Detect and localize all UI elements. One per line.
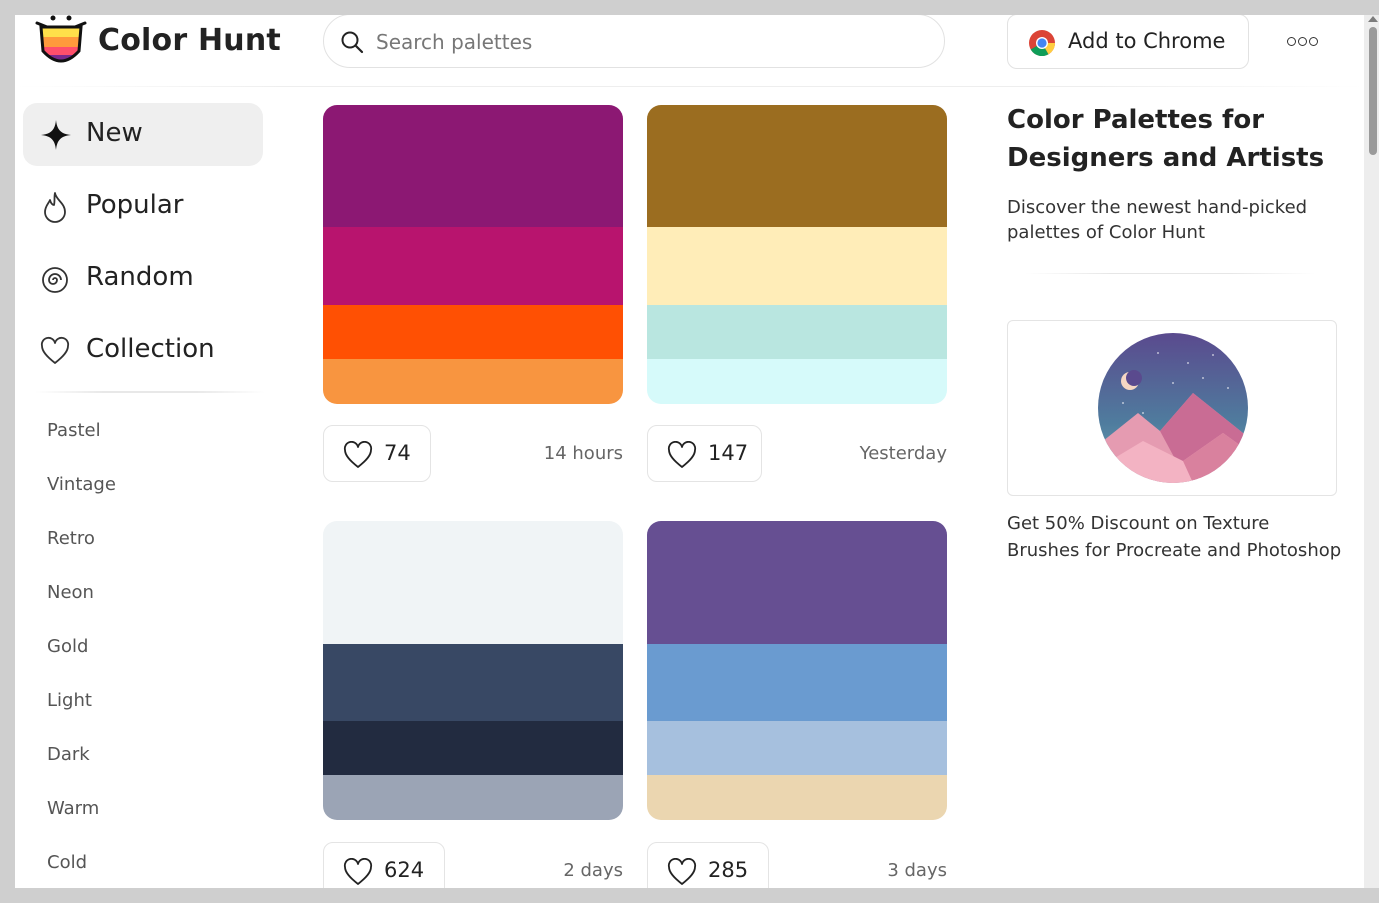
dot [1309,37,1318,46]
palette-swatch[interactable] [323,105,623,227]
tag-retro[interactable]: Retro [47,528,95,549]
ad-image [1098,333,1248,483]
palette-swatch[interactable] [323,775,623,820]
palette-card[interactable] [647,105,947,404]
search-input[interactable] [374,25,918,59]
palette-time: 2 days [563,860,623,881]
palette-swatch[interactable] [323,721,623,775]
color-hunt-logo[interactable] [35,15,87,67]
palette-swatch[interactable] [647,721,947,775]
like-button[interactable]: 624 [323,842,445,888]
sidebar-description: Discover the newest hand-picked palettes… [1007,197,1308,243]
search-icon [341,31,364,54]
heart-icon [667,441,697,468]
flame-icon [44,192,66,223]
palette-swatch[interactable] [647,359,947,404]
like-count: 285 [708,858,749,882]
palette-card[interactable] [323,521,623,820]
scrollbar-thumb[interactable] [1369,27,1377,155]
more-menu-button[interactable] [1287,31,1327,49]
tag-cold[interactable]: Cold [47,852,87,873]
palette-swatch[interactable] [647,644,947,721]
heart-icon [343,858,373,885]
palette-swatch[interactable] [647,775,947,820]
three-circles-icon [1287,37,1296,46]
nav-label-random: Random [86,262,194,292]
like-count: 74 [384,441,411,465]
header-divider [15,86,1364,87]
heart-icon [40,336,70,364]
add-to-chrome-label: Add to Chrome [1068,29,1226,53]
palette-time: Yesterday [859,443,947,464]
nav-label-popular: Popular [86,190,184,220]
like-count: 624 [384,858,425,882]
nav-item-collection[interactable]: Collection [23,319,263,382]
right-divider [1025,273,1315,274]
tag-light[interactable]: Light [47,690,92,711]
tag-pastel[interactable]: Pastel [47,420,101,441]
browser-window: Color Hunt Add to Chrome New Po [15,15,1364,888]
nav-label-collection: Collection [86,334,215,364]
brand-name[interactable]: Color Hunt [98,23,281,58]
search-bar[interactable] [323,15,945,68]
palette-time: 3 days [887,860,947,881]
tag-vintage[interactable]: Vintage [47,474,116,495]
sidebar-divider [35,391,265,393]
nav-label-new: New [86,118,143,148]
tag-warm[interactable]: Warm [47,798,99,819]
tag-neon[interactable]: Neon [47,582,94,603]
like-count: 147 [708,441,749,465]
palette-swatch[interactable] [647,227,947,305]
palette-swatch[interactable] [323,305,623,359]
add-to-chrome-button[interactable]: Add to Chrome [1007,15,1249,69]
tag-gold[interactable]: Gold [47,636,88,657]
palette-swatch[interactable] [647,521,947,644]
ad-text[interactable]: Get 50% Discount on Texture Brushes for … [1007,510,1347,564]
nav-item-random[interactable]: Random [23,247,263,310]
palette-swatch[interactable] [647,305,947,359]
like-button[interactable]: 285 [647,842,769,888]
chrome-icon [1029,30,1056,57]
palette-swatch[interactable] [323,359,623,404]
heart-icon [667,858,697,885]
palette-swatch[interactable] [323,227,623,305]
tag-dark[interactable]: Dark [47,744,90,765]
sidebar-heading: Color Palettes for Designers and Artists [1007,105,1325,173]
sparkle-icon [41,120,71,150]
palette-card[interactable] [323,105,623,404]
scroll-up-arrow-icon[interactable] [1368,16,1378,22]
heart-icon [343,441,373,468]
palette-time: 14 hours [543,443,623,464]
dot [1298,37,1307,46]
palette-swatch[interactable] [323,644,623,721]
palette-swatch[interactable] [647,105,947,227]
nav-item-popular[interactable]: Popular [23,175,263,238]
spiral-icon [42,267,68,293]
like-button[interactable]: 74 [323,425,431,482]
like-button[interactable]: 147 [647,425,762,482]
palette-swatch[interactable] [323,521,623,644]
ad-banner[interactable] [1007,320,1337,496]
palette-card[interactable] [647,521,947,820]
nav-item-new[interactable]: New [23,103,263,166]
